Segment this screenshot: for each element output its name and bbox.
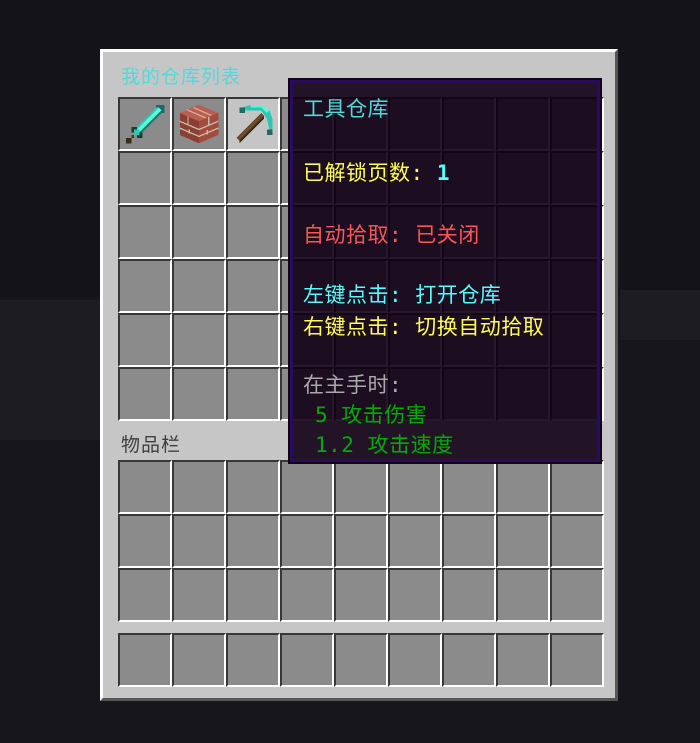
- tooltip-pages-label: 已解锁页数:: [303, 161, 424, 185]
- inventory-label: 物品栏: [121, 434, 182, 456]
- storage-slot[interactable]: [172, 97, 226, 151]
- storage-slot[interactable]: [226, 205, 280, 259]
- tooltip-item-name: 工具仓库: [303, 97, 389, 121]
- storage-slot[interactable]: [118, 205, 172, 259]
- storage-slot[interactable]: [172, 367, 226, 421]
- storage-slot[interactable]: [172, 151, 226, 205]
- hotbar-slot[interactable]: [118, 633, 172, 687]
- inventory-slot[interactable]: [550, 514, 604, 568]
- inventory-slot[interactable]: [388, 514, 442, 568]
- storage-slot[interactable]: [226, 367, 280, 421]
- inventory-slot[interactable]: [388, 460, 442, 514]
- inventory-slot[interactable]: [172, 568, 226, 622]
- storage-slot[interactable]: [118, 259, 172, 313]
- inventory-slot[interactable]: [118, 514, 172, 568]
- storage-slot[interactable]: [226, 259, 280, 313]
- tooltip-main-hand: 在主手时:: [303, 373, 403, 397]
- world-block: [620, 290, 700, 340]
- inventory-slot[interactable]: [226, 460, 280, 514]
- tooltip-unlocked-pages: 已解锁页数: 1: [303, 157, 450, 187]
- inventory-slot[interactable]: [172, 514, 226, 568]
- inventory-slot[interactable]: [496, 568, 550, 622]
- storage-slot[interactable]: [118, 313, 172, 367]
- tooltip-auto-pickup: 自动拾取: 已关闭: [303, 223, 480, 247]
- storage-slot[interactable]: [118, 151, 172, 205]
- inventory-slot[interactable]: [388, 568, 442, 622]
- hotbar-slot[interactable]: [442, 633, 496, 687]
- inventory-slot[interactable]: [550, 460, 604, 514]
- storage-slot[interactable]: [226, 97, 280, 151]
- inventory-slot[interactable]: [280, 514, 334, 568]
- inventory-slot[interactable]: [172, 460, 226, 514]
- inventory-slot[interactable]: [334, 514, 388, 568]
- storage-slot[interactable]: [226, 313, 280, 367]
- tooltip-left-click: 左键点击: 打开仓库: [303, 283, 502, 307]
- tooltip-attack-speed: 1.2 攻击速度: [315, 433, 454, 457]
- storage-slot[interactable]: [172, 205, 226, 259]
- storage-slot[interactable]: [118, 97, 172, 151]
- item-tooltip: 工具仓库 已解锁页数: 1 自动拾取: 已关闭 左键点击: 打开仓库 右键点击:…: [288, 78, 602, 464]
- inventory-slot[interactable]: [442, 514, 496, 568]
- inventory-slot[interactable]: [118, 460, 172, 514]
- hotbar-slot[interactable]: [496, 633, 550, 687]
- tooltip-attack-damage: 5 攻击伤害: [315, 403, 428, 427]
- inventory-slot[interactable]: [442, 568, 496, 622]
- inventory-slot[interactable]: [226, 514, 280, 568]
- tooltip-pages-value: 1: [436, 161, 450, 185]
- storage-slot[interactable]: [226, 151, 280, 205]
- inventory-slot[interactable]: [334, 568, 388, 622]
- tooltip-right-click: 右键点击: 切换自动拾取: [303, 315, 545, 339]
- inventory-slot[interactable]: [226, 568, 280, 622]
- inventory-slot[interactable]: [550, 568, 604, 622]
- inventory-slot[interactable]: [280, 568, 334, 622]
- world-block: [0, 300, 100, 440]
- storage-slot[interactable]: [118, 367, 172, 421]
- inventory-slot[interactable]: [496, 514, 550, 568]
- hotbar-slot[interactable]: [226, 633, 280, 687]
- hotbar-slot[interactable]: [280, 633, 334, 687]
- hotbar-slot[interactable]: [172, 633, 226, 687]
- inventory-slot[interactable]: [118, 568, 172, 622]
- inventory-slot[interactable]: [334, 460, 388, 514]
- panel-title: 我的仓库列表: [121, 66, 242, 88]
- hotbar-slot[interactable]: [334, 633, 388, 687]
- inventory-slot[interactable]: [442, 460, 496, 514]
- hotbar-slot[interactable]: [388, 633, 442, 687]
- inventory-slot[interactable]: [496, 460, 550, 514]
- inventory-slot[interactable]: [280, 460, 334, 514]
- storage-slot[interactable]: [172, 259, 226, 313]
- hotbar-slot[interactable]: [550, 633, 604, 687]
- storage-slot[interactable]: [172, 313, 226, 367]
